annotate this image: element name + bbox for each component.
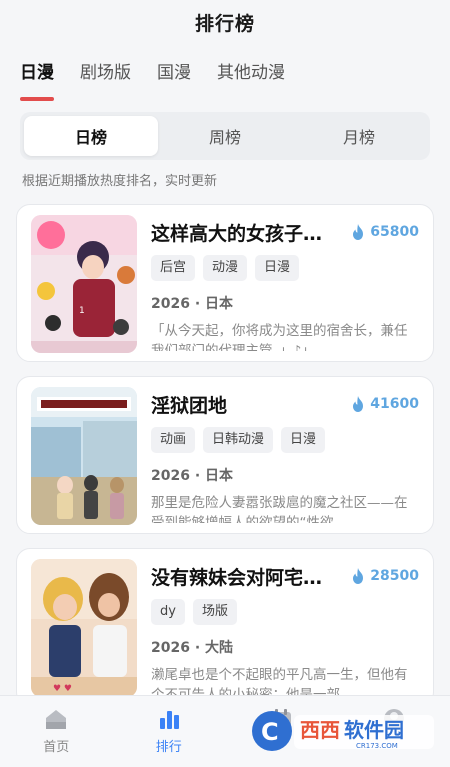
tag: 日韩动漫 <box>203 427 274 453</box>
tag: 动画 <box>151 427 196 453</box>
flame-icon <box>353 568 364 584</box>
card-info: 没有辣妹会对阿宅… 28500 dy 场版 2026 · 大陆 濑尾卓也是个不起… <box>137 559 419 695</box>
card-header: 没有辣妹会对阿宅… 28500 <box>151 561 419 591</box>
tag-list: dy 场版 <box>151 599 419 625</box>
anime-title: 没有辣妹会对阿宅… <box>151 566 323 589</box>
tab-label: 剧场版 <box>80 63 131 83</box>
tab-other[interactable]: 其他动漫 <box>217 44 285 83</box>
nav-label: 首页 <box>43 740 70 755</box>
tag-list: 动画 日韩动漫 日漫 <box>151 427 419 453</box>
card-info: 这样高大的女孩子… 65800 后宫 动漫 日漫 2026 · 日本 「从今天起… <box>137 215 419 351</box>
cover-image: 1 <box>31 215 137 353</box>
tab-daily[interactable]: 日榜 <box>24 116 158 156</box>
tag: 日漫 <box>255 255 300 281</box>
description: 濑尾卓也是个不起眼的平凡高一生，但他有个不可告人的小秘密：他是一部… <box>151 667 408 695</box>
year-region: 2026 · 大陆 <box>151 640 234 656</box>
tab-monthly[interactable]: 月榜 <box>292 116 426 156</box>
ranking-card[interactable]: ♥ ♥ 没有辣妹会对阿宅… 28500 dy 场版 2026 · 大陆 濑尾卓也… <box>16 548 434 706</box>
period-tabs: 日榜 周榜 月榜 <box>20 112 430 160</box>
heat-score: 65800 <box>351 224 419 240</box>
tab-label: 其他动漫 <box>217 63 285 83</box>
year-region: 2026 · 日本 <box>151 296 234 312</box>
active-tab-indicator <box>20 97 54 101</box>
nav-calendar[interactable] <box>225 696 338 767</box>
ranking-card[interactable]: 1 这样高大的女孩子… 65800 后宫 动漫 日漫 2026 · 日本 「从今… <box>16 204 434 362</box>
card-info: 淫狱团地 41600 动画 日韩动漫 日漫 2026 · 日本 那里是危险人妻嚣… <box>137 387 419 523</box>
bottom-nav: 首页 排行 <box>0 695 450 767</box>
home-icon <box>46 710 67 729</box>
tab-label: 国漫 <box>157 63 191 83</box>
flame-icon <box>353 224 364 240</box>
header: 排行榜 <box>0 0 450 44</box>
heat-value: 65800 <box>370 224 419 240</box>
cover-image: ♥ ♥ <box>31 559 137 697</box>
tab-label: 日漫 <box>20 63 54 83</box>
nav-ranking[interactable]: 排行 <box>113 696 226 767</box>
description: 「从今天起，你将成为这里的宿舍长，兼任我们部门的代理主管。」♪」 <box>151 323 408 351</box>
nav-profile[interactable] <box>338 696 450 767</box>
card-header: 这样高大的女孩子… 65800 <box>151 217 419 247</box>
nav-home[interactable]: 首页 <box>0 696 113 767</box>
tab-movie[interactable]: 剧场版 <box>80 44 131 83</box>
year-region: 2026 · 日本 <box>151 468 234 484</box>
tab-guoman[interactable]: 国漫 <box>157 44 191 83</box>
card-header: 淫狱团地 41600 <box>151 389 419 419</box>
ranking-list: 1 这样高大的女孩子… 65800 后宫 动漫 日漫 2026 · 日本 「从今… <box>0 192 450 706</box>
svg-text:♥ ♥: ♥ ♥ <box>53 684 72 694</box>
cover-image <box>31 387 137 525</box>
tag: dy <box>151 599 185 625</box>
ranking-card[interactable]: 淫狱团地 41600 动画 日韩动漫 日漫 2026 · 日本 那里是危险人妻嚣… <box>16 376 434 534</box>
ranking-icon <box>159 711 179 729</box>
tag-list: 后宫 动漫 日漫 <box>151 255 419 281</box>
heat-value: 41600 <box>370 396 419 412</box>
anime-title: 这样高大的女孩子… <box>151 222 323 245</box>
anime-title: 淫狱团地 <box>151 394 228 417</box>
tag: 动漫 <box>203 255 248 281</box>
flame-icon <box>353 396 364 412</box>
svg-text:1: 1 <box>79 306 85 316</box>
heat-score: 28500 <box>351 568 419 584</box>
period-tabs-container: 日榜 周榜 月榜 <box>0 102 450 160</box>
tag: 日漫 <box>281 427 326 453</box>
tag: 后宫 <box>151 255 196 281</box>
calendar-icon <box>271 709 292 729</box>
page-title: 排行榜 <box>194 12 255 35</box>
tab-rimen[interactable]: 日漫 <box>20 44 54 101</box>
heat-value: 28500 <box>370 568 419 584</box>
tab-weekly[interactable]: 周榜 <box>158 116 292 156</box>
tag: 场版 <box>192 599 237 625</box>
app-root: 排行榜 日漫 剧场版 国漫 其他动漫 日榜 周榜 月榜 根据近期播放热度排名，实… <box>0 0 450 767</box>
description: 那里是危险人妻嚣张跋扈的魔之社区——在受到能够增幅人的欲望的“性欲… <box>151 495 408 523</box>
ranking-hint: 根据近期播放热度排名，实时更新 <box>22 174 218 189</box>
category-tabs: 日漫 剧场版 国漫 其他动漫 <box>0 44 450 102</box>
nav-label: 排行 <box>155 740 182 755</box>
profile-icon <box>383 709 404 729</box>
heat-score: 41600 <box>351 396 419 412</box>
